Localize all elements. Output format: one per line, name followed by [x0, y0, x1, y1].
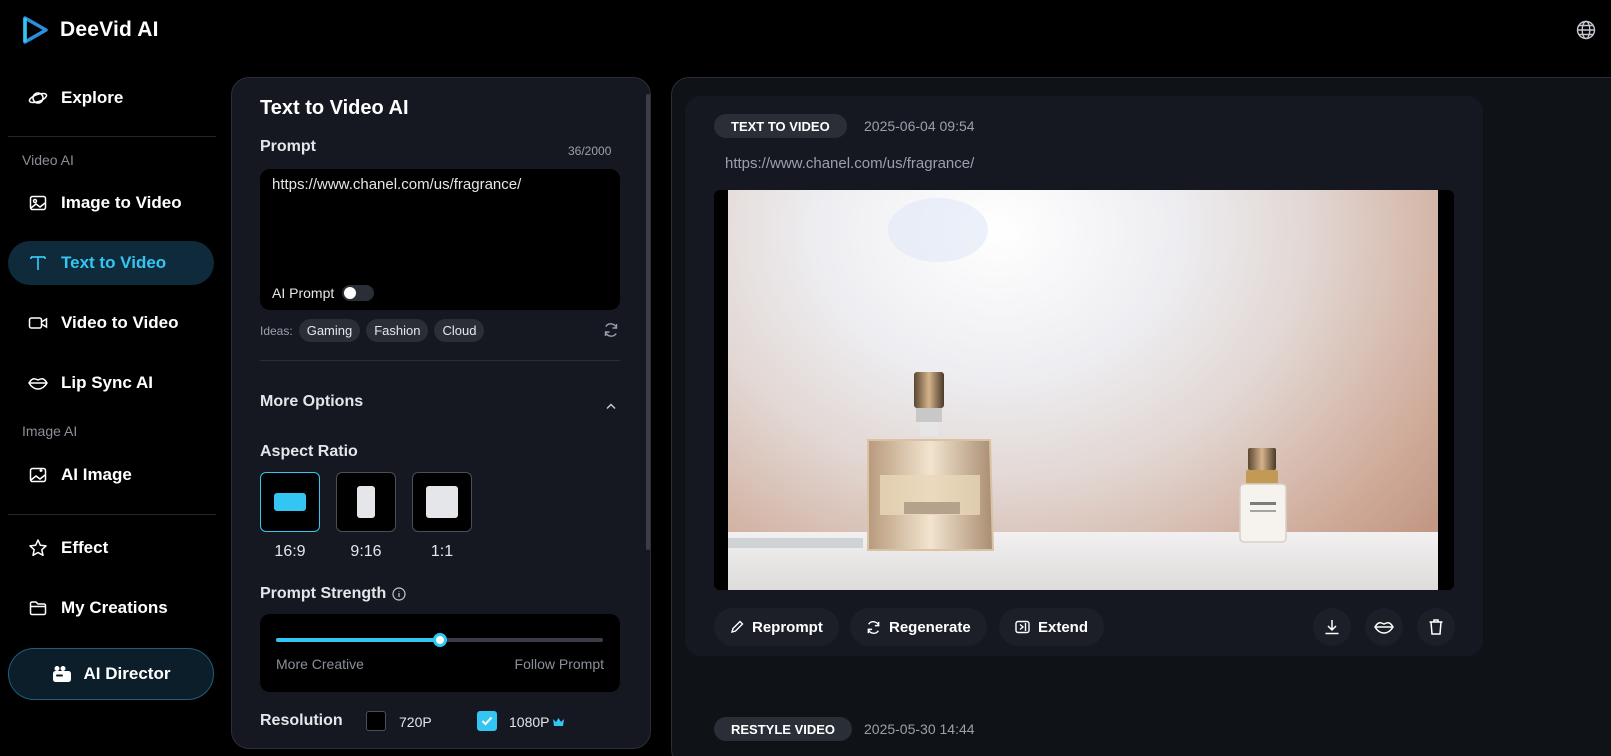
prompt-strength-row: Prompt Strength — [260, 585, 406, 603]
ratio-label: 1:1 — [430, 543, 454, 560]
result-type-tag: TEXT TO VIDEO — [714, 114, 847, 138]
ideas-row: Ideas: Gaming Fashion Cloud — [260, 319, 485, 342]
result-date: 2025-05-30 14:44 — [864, 721, 975, 737]
result-date: 2025-06-04 09:54 — [864, 118, 975, 134]
prompt-strength-label: Prompt Strength — [260, 585, 387, 602]
sidebar-item-label: My Creations — [61, 598, 168, 617]
reprompt-button[interactable]: Reprompt — [714, 608, 839, 646]
ratio-option-16-9[interactable] — [260, 472, 320, 532]
ideas-label: Ideas: — [260, 323, 293, 338]
ai-director-label: AI Director — [83, 664, 171, 683]
sidebar-item-label: Effect — [61, 538, 109, 557]
res-1080-option: 1080P — [509, 714, 565, 730]
resolution-label: Resolution — [260, 712, 343, 729]
folder-icon — [28, 598, 48, 618]
sidebar-item-label: Explore — [61, 88, 124, 107]
refresh-ideas-icon[interactable] — [603, 322, 619, 338]
panel-scrollbar[interactable] — [646, 94, 650, 550]
lips-icon — [28, 373, 48, 393]
res-1080-checkbox[interactable] — [477, 711, 497, 731]
strength-slider-fill — [276, 638, 440, 642]
crown-icon — [552, 717, 565, 727]
extend-button[interactable]: Extend — [999, 608, 1105, 646]
extend-label: Extend — [1038, 618, 1089, 636]
sidebar-item-effect[interactable]: Effect — [8, 526, 214, 570]
globe-icon[interactable] — [1576, 20, 1596, 40]
prompt-label: Prompt — [260, 138, 316, 155]
sidebar-item-label: AI Image — [61, 465, 132, 484]
panel-divider — [260, 360, 620, 361]
regenerate-label: Regenerate — [889, 618, 971, 636]
sidebar-divider — [8, 514, 216, 515]
prompt-counter: 36/2000 — [568, 144, 612, 158]
ai-prompt-label: AI Prompt — [272, 285, 335, 301]
ai-director-button[interactable]: AI Director — [8, 648, 214, 700]
regenerate-icon — [866, 620, 881, 635]
prompt-strength-container — [260, 614, 620, 692]
perfume-bottles-image — [728, 198, 1287, 551]
aspect-ratio-label: Aspect Ratio — [260, 443, 358, 460]
res-1080-label: 1080P — [509, 714, 550, 730]
ratio-label: 16:9 — [274, 543, 306, 560]
sidebar-item-ai-image[interactable]: AI Image — [8, 453, 214, 497]
app-name: DeeVid AI — [60, 18, 159, 41]
sidebar-divider — [8, 136, 216, 137]
ratio-option-9-16[interactable] — [336, 472, 396, 532]
download-icon[interactable] — [1313, 608, 1351, 646]
play-logo-icon — [23, 16, 48, 44]
trash-icon[interactable] — [1417, 608, 1455, 646]
sidebar-item-video-to-video[interactable]: Video to Video — [8, 301, 214, 345]
sidebar-item-text-to-video[interactable]: Text to Video — [8, 241, 214, 285]
sidebar-item-image-to-video[interactable]: Image to Video — [8, 181, 214, 225]
sidebar-item-label: Lip Sync AI — [61, 373, 153, 392]
lips-icon[interactable] — [1365, 608, 1403, 646]
image-icon — [28, 193, 48, 213]
idea-chip[interactable]: Cloud — [434, 319, 485, 342]
sidebar-item-explore[interactable]: Explore — [8, 76, 214, 120]
res-720-checkbox[interactable] — [366, 711, 386, 731]
sparkle-star-icon — [28, 538, 48, 558]
sidebar-item-my-creations[interactable]: My Creations — [8, 586, 214, 630]
sidebar-item-label: Image to Video — [61, 193, 182, 212]
ratio-16-9-shape — [274, 493, 306, 511]
ai-prompt-toggle[interactable] — [342, 285, 375, 301]
sidebar-item-label: Video to Video — [61, 313, 179, 332]
idea-chip[interactable]: Gaming — [298, 319, 361, 342]
section-label-video-ai: Video AI — [22, 152, 74, 168]
ai-prompt-toggle-row: AI Prompt — [272, 285, 375, 301]
prompt-input-value[interactable]: https://www.chanel.com/us/fragrance/ — [272, 176, 521, 193]
check-icon — [481, 716, 493, 726]
result-prompt-text: https://www.chanel.com/us/fragrance/ — [725, 155, 975, 172]
app-logo[interactable]: DeeVid AI — [22, 16, 159, 44]
ratio-label: 9:16 — [350, 543, 382, 560]
res-720-label: 720P — [399, 714, 432, 730]
sidebar-item-label: Text to Video — [61, 253, 167, 272]
ratio-9-16-shape — [357, 486, 375, 518]
section-label-image-ai: Image AI — [22, 423, 78, 439]
sidebar-item-lip-sync[interactable]: Lip Sync AI — [8, 361, 214, 405]
panel-title: Text to Video AI — [260, 97, 409, 119]
more-options-toggle[interactable]: More Options — [260, 393, 363, 411]
extend-icon — [1015, 620, 1030, 634]
idea-chip[interactable]: Fashion — [366, 319, 429, 342]
strength-slider-thumb[interactable] — [432, 633, 447, 647]
ai-image-icon — [28, 465, 48, 485]
result-type-tag: RESTYLE VIDEO — [714, 717, 853, 741]
slider-right-label: Follow Prompt — [514, 656, 604, 672]
text-icon — [28, 253, 48, 273]
regenerate-button[interactable]: Regenerate — [850, 608, 987, 646]
info-icon[interactable] — [392, 587, 406, 601]
video-camera-icon — [28, 313, 48, 333]
slider-left-label: More Creative — [276, 656, 364, 672]
planet-icon — [28, 88, 48, 108]
ratio-1-1-shape — [426, 486, 458, 518]
director-icon — [52, 665, 72, 683]
reprompt-label: Reprompt — [752, 618, 823, 636]
pencil-icon — [730, 620, 744, 634]
chevron-up-icon[interactable] — [605, 402, 617, 410]
ratio-option-1-1[interactable] — [412, 472, 472, 532]
